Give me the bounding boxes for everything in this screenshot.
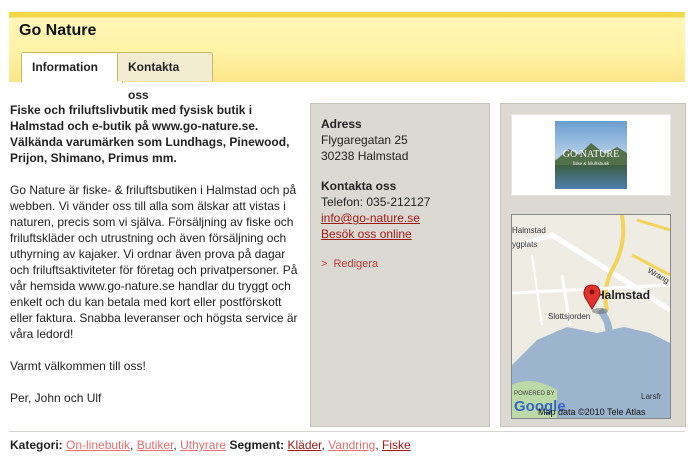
phone: Telefon: 035-212127 xyxy=(321,195,431,209)
map-label-halmstad: Halmstad xyxy=(596,288,650,302)
tab-information[interactable]: Information xyxy=(21,52,123,83)
map-copyright: Map data ©2010 Tele Atlas xyxy=(538,407,646,417)
logo-subtext: fiske & friluftsbutik xyxy=(573,161,610,166)
edit-link[interactable]: > Redigera xyxy=(321,256,430,272)
map-powered-by: POWERED BY xyxy=(514,391,555,397)
logo-frame: GO NATURE fiske & friluftsbutik xyxy=(511,114,671,196)
description-body: Go Nature är fiske- & friluftsbutiken i … xyxy=(10,183,298,341)
page-title: Go Nature xyxy=(19,22,97,39)
edit-label: Redigera xyxy=(333,258,379,270)
contact-panel: Adress Flygaregatan 25 30238 Halmstad Ko… xyxy=(310,103,490,427)
map[interactable]: Halmstad Slottsjorden Wrang Larsfr ygpla… xyxy=(511,214,671,419)
segment-link-fiske[interactable]: Fiske xyxy=(382,438,411,452)
address-heading: Adress xyxy=(321,117,362,131)
visit-online-link[interactable]: Besök oss online xyxy=(321,227,412,241)
tab-kontakta-oss[interactable]: Kontakta oss xyxy=(117,52,213,102)
description-lead: Fiske och friluftslivbutik med fysisk bu… xyxy=(10,103,290,165)
segment-label: Segment: xyxy=(229,438,285,452)
map-label-slottsjorden: Slottsjorden xyxy=(548,312,590,321)
media-panel: GO NATURE fiske & friluftsbutik Halmstad… xyxy=(500,103,686,427)
map-canvas: Halmstad Slottsjorden Wrang Larsfr ygpla… xyxy=(512,215,670,418)
category-link-online[interactable]: On-linebutik xyxy=(66,438,130,452)
contact-heading: Kontakta oss xyxy=(321,179,397,193)
category-link-uthyrare[interactable]: Uthyrare xyxy=(180,438,226,452)
category-label: Kategori: xyxy=(10,438,63,452)
header-bar: Go Nature Information Kontakta oss xyxy=(9,12,685,102)
segment-link-vandring[interactable]: Vandring xyxy=(328,438,375,452)
greeting: Varmt välkommen till oss! xyxy=(10,359,146,373)
category-link-butiker[interactable]: Butiker xyxy=(137,438,174,452)
signature: Per, John och Ulf xyxy=(10,391,102,405)
arrow-right-icon: > xyxy=(321,258,328,270)
map-label-larsfr: Larsfr xyxy=(641,392,662,401)
footer-divider xyxy=(9,431,685,432)
map-label-ygplats: ygplats xyxy=(512,240,537,249)
email-link[interactable]: info@go-nature.se xyxy=(321,211,420,225)
address-city: 30238 Halmstad xyxy=(321,149,409,163)
address-street: Flygaregatan 25 xyxy=(321,133,408,147)
description: Fiske och friluftslivbutik med fysisk bu… xyxy=(10,102,300,422)
logo-text: GO NATURE xyxy=(563,149,619,160)
segment-link-klader[interactable]: Kläder xyxy=(287,438,321,452)
map-label-halmstad-small: Halmstad xyxy=(512,226,546,235)
footer: Kategori: On-linebutik, Butiker, Uthyrar… xyxy=(10,438,411,452)
go-nature-logo[interactable]: GO NATURE fiske & friluftsbutik xyxy=(555,121,627,189)
